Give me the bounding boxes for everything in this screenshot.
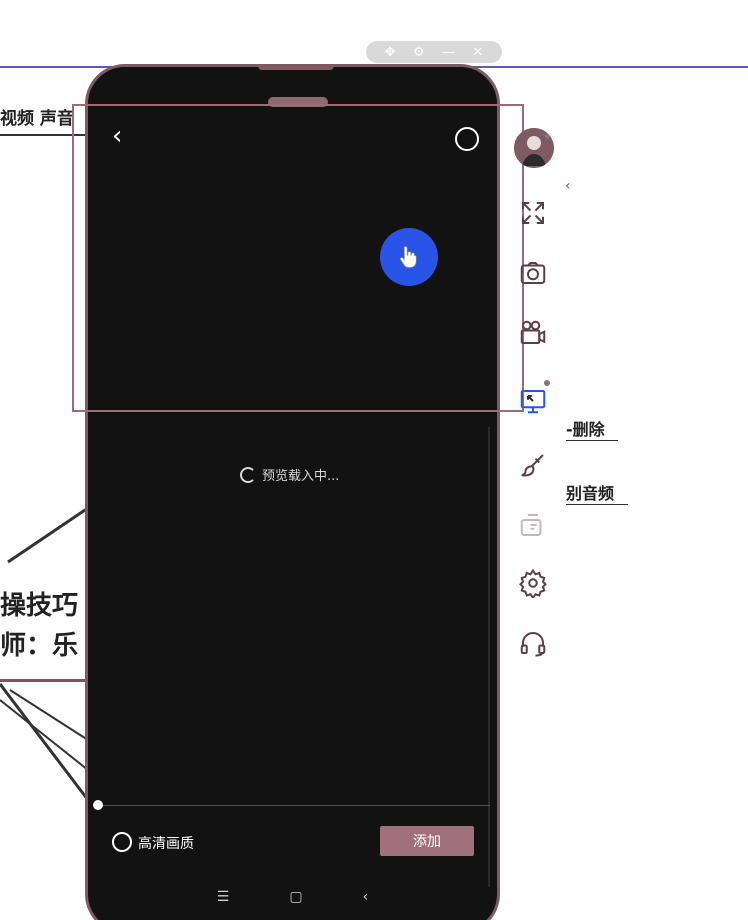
spinner-icon	[240, 466, 256, 483]
video-camera-icon[interactable]	[516, 316, 550, 350]
phone-edge-line	[488, 427, 490, 887]
phone-notch	[258, 64, 334, 70]
playback-track[interactable]	[98, 805, 490, 806]
close-icon[interactable]: ✕	[472, 45, 483, 60]
menu-icon[interactable]: ☰	[217, 889, 230, 905]
mindmap-title-line2: 师：乐	[0, 631, 79, 661]
camera-icon[interactable]	[516, 256, 550, 290]
headset-icon[interactable]	[516, 626, 550, 660]
window-controls: ✥ ⚙ — ✕	[366, 41, 502, 63]
nav-back-icon[interactable]: ‹	[363, 889, 369, 905]
loading-text: 预览载入中...	[262, 469, 340, 484]
toolbar-collapse-icon[interactable]: ‹	[565, 178, 571, 194]
home-icon[interactable]: ▢	[289, 889, 302, 905]
brush-icon[interactable]	[516, 448, 550, 482]
avatar-icon	[514, 128, 554, 168]
hd-quality-radio[interactable]	[112, 832, 132, 852]
fullscreen-icon[interactable]	[516, 196, 550, 230]
mindmap-node-top: 视频 声音	[0, 109, 74, 129]
chat-icon[interactable]	[516, 508, 550, 542]
mindmap-underline-2	[566, 440, 618, 441]
screen-record-icon[interactable]	[516, 384, 550, 418]
settings-icon[interactable]	[516, 566, 550, 600]
mindmap-title-line1: 操技巧	[0, 591, 79, 621]
avatar[interactable]	[514, 128, 554, 168]
mindmap-node-audio: 别音频	[566, 484, 615, 503]
mindmap-title: 操技巧 师：乐	[0, 586, 78, 666]
move-icon[interactable]: ✥	[385, 45, 396, 60]
screen: ✥ ⚙ — ✕ 视频 声音 操技巧 师：乐 -删除 别音频 ‹ 预览载入中...…	[0, 0, 748, 920]
add-button[interactable]: 添加	[380, 826, 474, 856]
mindmap-underline-3	[566, 504, 628, 505]
mindmap-node-delete: -删除	[566, 420, 605, 439]
loading-indicator: 预览载入中...	[240, 465, 339, 484]
minimize-icon[interactable]: —	[442, 45, 455, 60]
gear-icon[interactable]: ⚙	[413, 45, 425, 60]
hd-quality-label: 高清画质	[138, 836, 194, 852]
selection-frame[interactable]	[72, 104, 524, 412]
phone-nav-bar: ☰ ▢ ‹	[88, 889, 497, 905]
playback-knob[interactable]	[93, 800, 103, 810]
